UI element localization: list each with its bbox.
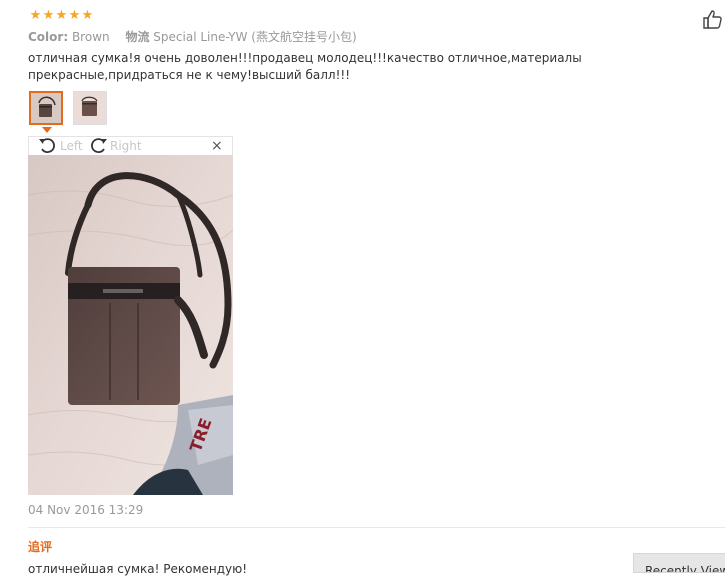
followup-label: 追评 — [28, 540, 53, 554]
bag-photo-thumbnail-image — [74, 92, 106, 124]
review-attributes: Color: Brown 物流 Special Line-YW (燕文航空挂号小… — [28, 28, 369, 45]
photo-thumbnail[interactable] — [29, 91, 63, 125]
rotate-right-label: Right — [110, 139, 142, 153]
shipping-value: Special Line-YW (燕文航空挂号小包) — [153, 30, 357, 44]
close-viewer-button[interactable]: × — [211, 138, 223, 154]
rotate-left-icon — [39, 138, 55, 153]
star-icon: ★ — [55, 8, 68, 23]
bag-photo-thumbnail-image — [31, 93, 61, 123]
divider — [28, 527, 725, 528]
color-label: Color: — [28, 30, 69, 44]
review-text: отличная сумка!я очень доволен!!!продаве… — [28, 51, 582, 82]
active-thumbnail-indicator — [42, 127, 52, 133]
rotate-right-icon — [91, 138, 107, 153]
photo-thumbnail[interactable] — [73, 91, 107, 125]
review-photo[interactable]: TRE — [28, 155, 233, 495]
star-icon: ★ — [68, 8, 81, 23]
star-icon: ★ — [42, 8, 55, 23]
color-value: Brown — [71, 30, 110, 44]
review-date: 04 Nov 2016 13:29 — [28, 503, 144, 517]
star-rating: ★ ★ ★ ★ ★ — [29, 9, 94, 22]
star-icon: ★ — [29, 8, 42, 23]
rotate-right-button[interactable]: Right — [88, 137, 142, 155]
recently-viewed-button[interactable]: Recently Viewed — [633, 553, 725, 573]
rotate-left-button[interactable]: Left — [38, 137, 83, 155]
thumbs-up-icon[interactable] — [702, 9, 724, 29]
star-icon: ★ — [81, 8, 94, 23]
followup-text: отличнейшая сумка! Рекомендую! — [28, 562, 248, 576]
rotate-left-label: Left — [60, 139, 83, 153]
shipping-label: 物流 — [125, 30, 150, 44]
image-viewer-toolbar: Left Right × — [28, 136, 233, 155]
